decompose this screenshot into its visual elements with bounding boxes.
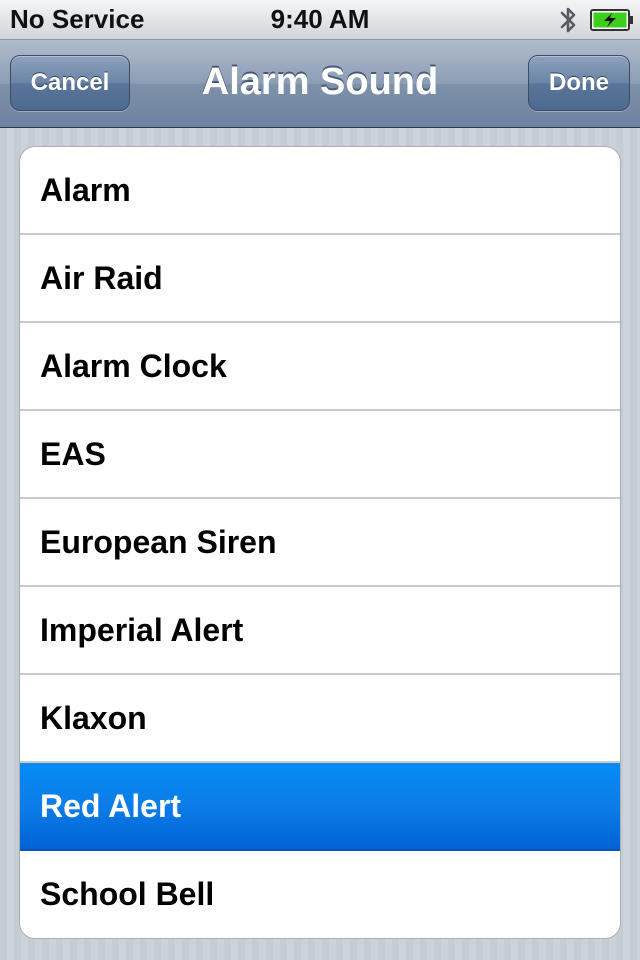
list-item-imperial-alert[interactable]: Imperial Alert: [20, 587, 620, 675]
list-item-air-raid[interactable]: Air Raid: [20, 235, 620, 323]
cancel-button[interactable]: Cancel: [10, 55, 130, 111]
bluetooth-icon: [560, 7, 576, 33]
list-item-klaxon[interactable]: Klaxon: [20, 675, 620, 763]
alarm-sound-list: Alarm Air Raid Alarm Clock EAS European …: [19, 146, 621, 939]
done-button[interactable]: Done: [528, 55, 630, 111]
list-item-alarm[interactable]: Alarm: [20, 147, 620, 235]
list-background: Alarm Air Raid Alarm Clock EAS European …: [0, 128, 640, 960]
list-item-european-siren[interactable]: European Siren: [20, 499, 620, 587]
battery-charging-icon: [590, 9, 633, 31]
list-item-eas[interactable]: EAS: [20, 411, 620, 499]
navigation-bar: Cancel Alarm Sound Done: [0, 40, 640, 128]
list-item-alarm-clock[interactable]: Alarm Clock: [20, 323, 620, 411]
page-title: Alarm Sound: [201, 61, 439, 103]
clock-time: 9:40 AM: [270, 4, 370, 34]
status-bar: No Service 9:40 AM: [0, 0, 640, 40]
list-item-school-bell[interactable]: School Bell: [20, 851, 620, 938]
list-item-red-alert[interactable]: Red Alert: [20, 763, 620, 851]
